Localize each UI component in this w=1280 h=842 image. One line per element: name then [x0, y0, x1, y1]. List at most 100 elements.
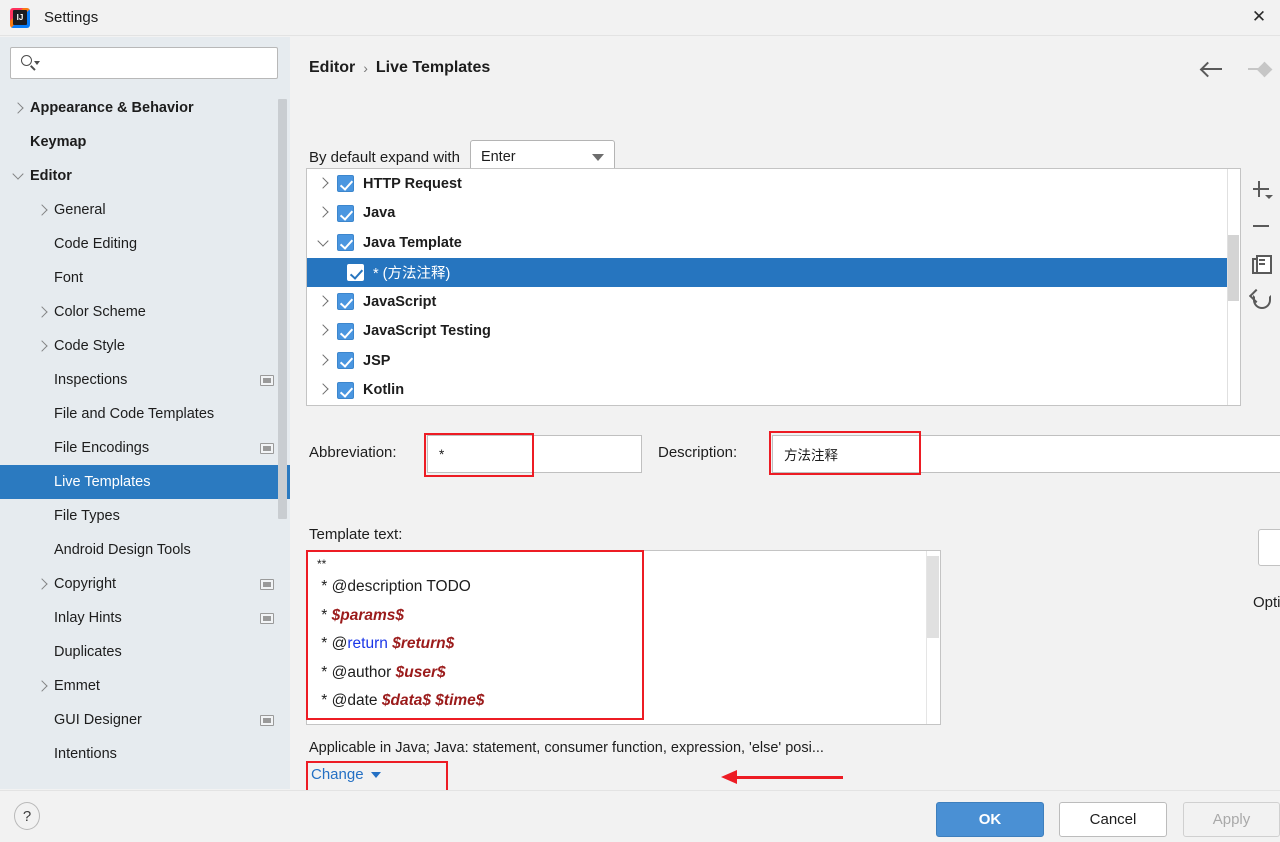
sidebar-item-file-and-code-templates[interactable]: File and Code Templates: [0, 397, 290, 431]
sidebar-item-editor[interactable]: Editor: [0, 159, 290, 193]
template-row-label: JavaScript Testing: [363, 323, 491, 340]
chevron-right-icon[interactable]: [313, 203, 337, 223]
template-row[interactable]: Java: [307, 199, 1240, 229]
sidebar-item-appearance-behavior[interactable]: Appearance & Behavior: [0, 91, 290, 125]
chevron-down-icon: [370, 771, 381, 778]
sidebar-item-file-types[interactable]: File Types: [0, 499, 290, 533]
template-row-label: Java: [363, 205, 396, 222]
chevron-right-icon[interactable]: [10, 99, 28, 117]
options-title: Options: [1253, 594, 1280, 611]
sidebar-scrollbar[interactable]: [278, 99, 287, 519]
minus-icon[interactable]: [1250, 215, 1272, 237]
chevron-right-icon[interactable]: [34, 337, 52, 355]
options-section-header: Options: [1253, 594, 1280, 611]
sidebar-item-live-templates[interactable]: Live Templates: [0, 465, 290, 499]
template-checkbox[interactable]: [337, 352, 354, 370]
sidebar-item-inspections[interactable]: Inspections: [0, 363, 290, 397]
sidebar-item-code-editing[interactable]: Code Editing: [0, 227, 290, 261]
templates-toolbar: [1243, 168, 1279, 406]
edit-variables-button[interactable]: Edit variables: [1258, 529, 1280, 566]
template-line-2: * @description TODO: [317, 578, 471, 595]
sidebar-item-duplicates[interactable]: Duplicates: [0, 635, 290, 669]
sidebar-item-font[interactable]: Font: [0, 261, 290, 295]
sidebar-item-intentions[interactable]: Intentions: [0, 737, 290, 771]
template-row[interactable]: JavaScript Testing: [307, 317, 1240, 347]
sidebar-item-inlay-hints[interactable]: Inlay Hints: [0, 601, 290, 635]
chevron-down-icon[interactable]: [10, 167, 28, 185]
search-box[interactable]: [10, 47, 278, 79]
sidebar-item-general[interactable]: General: [0, 193, 290, 227]
chevron-right-icon[interactable]: [34, 575, 52, 593]
template-checkbox[interactable]: [337, 381, 354, 399]
template-row[interactable]: JavaScript: [307, 287, 1240, 317]
breadcrumb-parent[interactable]: Editor: [309, 59, 355, 77]
chevron-right-icon[interactable]: [34, 201, 52, 219]
template-checkbox[interactable]: [337, 204, 354, 222]
template-row[interactable]: HTTP Request: [307, 169, 1240, 199]
sidebar-item-file-encodings[interactable]: File Encodings: [0, 431, 290, 465]
sidebar-item-label: Keymap: [30, 134, 87, 150]
sidebar-item-color-scheme[interactable]: Color Scheme: [0, 295, 290, 329]
template-line-4-variable: $return$: [392, 635, 455, 652]
copy-icon[interactable]: [1250, 252, 1272, 274]
chevron-right-icon[interactable]: [313, 174, 337, 194]
cancel-button[interactable]: Cancel: [1059, 802, 1167, 837]
chevron-right-icon[interactable]: [34, 677, 52, 695]
change-context-button[interactable]: Change: [311, 766, 381, 783]
sidebar-item-copyright[interactable]: Copyright: [0, 567, 290, 601]
sidebar-scrollbar-thumb[interactable]: [278, 99, 287, 519]
chevron-right-icon[interactable]: [313, 321, 337, 341]
sidebar-item-emmet[interactable]: Emmet: [0, 669, 290, 703]
chevron-right-icon[interactable]: [34, 303, 52, 321]
template-checkbox[interactable]: [337, 293, 354, 311]
templates-list[interactable]: HTTP Request Java Java Template * (方法注释) Jav…: [306, 168, 1241, 406]
template-row[interactable]: JSP: [307, 346, 1240, 376]
template-row[interactable]: Java Template: [307, 228, 1240, 258]
search-input[interactable]: [45, 54, 269, 72]
help-button[interactable]: ?: [14, 802, 40, 830]
template-text-scrollbar[interactable]: [926, 551, 940, 724]
chevron-right-icon[interactable]: [313, 292, 337, 312]
templates-list-scrollbar[interactable]: [1227, 169, 1240, 405]
undo-icon[interactable]: [1250, 289, 1272, 311]
arrow-left-icon[interactable]: [1200, 59, 1226, 79]
template-checkbox[interactable]: [337, 234, 354, 252]
template-checkbox[interactable]: [337, 175, 354, 193]
sidebar-item-code-style[interactable]: Code Style: [0, 329, 290, 363]
template-checkbox[interactable]: [337, 322, 354, 340]
template-line-5-prefix: * @author: [317, 663, 396, 681]
window-title: Settings: [44, 9, 99, 26]
plus-icon[interactable]: [1250, 178, 1273, 200]
template-row-label: Kotlin: [363, 382, 405, 399]
chevron-right-icon[interactable]: [313, 380, 337, 400]
project-scope-icon: [260, 374, 274, 386]
description-input[interactable]: 方法注释: [772, 435, 1280, 473]
sidebar-item-label: Color Scheme: [54, 304, 146, 320]
chevron-down-icon[interactable]: [313, 233, 337, 253]
template-row[interactable]: Kotlin: [307, 376, 1240, 406]
template-text-scrollbar-thumb[interactable]: [927, 556, 939, 638]
sidebar-item-label: Intentions: [54, 746, 117, 762]
template-line-5-variable: $user$: [395, 663, 446, 681]
sidebar-item-gui-designer[interactable]: GUI Designer: [0, 703, 290, 737]
sidebar-item-android-design-tools[interactable]: Android Design Tools: [0, 533, 290, 567]
project-scope-icon: [260, 578, 274, 590]
ok-button[interactable]: OK: [936, 802, 1044, 837]
sidebar-item-keymap[interactable]: Keymap: [0, 125, 290, 159]
templates-list-scrollbar-thumb[interactable]: [1228, 235, 1239, 301]
default-expand-label: By default expand with: [309, 148, 460, 166]
abbreviation-input[interactable]: *: [427, 435, 642, 473]
chevron-right-icon[interactable]: [313, 351, 337, 371]
abbreviation-description-row: Abbreviation: * Description: 方法注释: [291, 435, 1280, 475]
template-text-editor[interactable]: ** * @description TODO * $params$ * @ret…: [306, 550, 941, 725]
close-icon[interactable]: ✕: [1238, 0, 1280, 34]
sidebar-item-label: Inlay Hints: [54, 610, 122, 626]
template-checkbox[interactable]: [347, 263, 364, 281]
annotation-arrow: [721, 770, 843, 784]
template-row[interactable]: * (方法注释): [307, 257, 1240, 287]
